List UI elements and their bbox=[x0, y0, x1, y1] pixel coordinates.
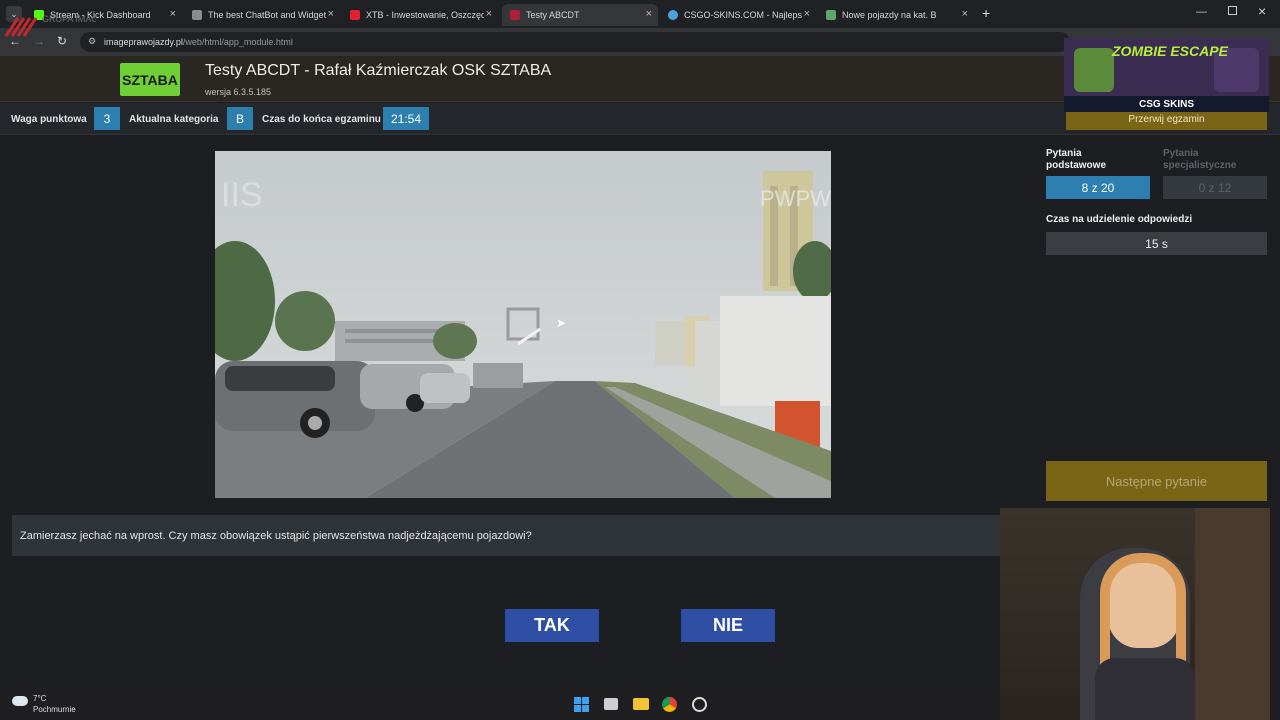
category-label: Aktualna kategoria bbox=[129, 114, 219, 125]
stream-promo-overlay: ZOMBIE ESCAPE CSG SKINS bbox=[1064, 38, 1269, 112]
weight-label: Waga punktowa bbox=[11, 114, 87, 125]
tab-xtb[interactable]: XTB - Inwestowanie, Oszczędno × bbox=[342, 4, 498, 26]
time-left-label: Czas do końca egzaminu bbox=[262, 114, 381, 125]
basic-questions-label: Pytania podstawowe bbox=[1046, 148, 1107, 171]
new-tab-button[interactable]: + bbox=[982, 5, 990, 21]
page-icon bbox=[826, 10, 836, 20]
minimize-icon[interactable]: — bbox=[1196, 6, 1207, 18]
question-video[interactable]: IIS PWPW bbox=[215, 151, 831, 498]
tab-testy-abcdt[interactable]: Testy ABCDT × bbox=[502, 4, 658, 26]
time-left-value: 21:54 bbox=[383, 107, 429, 130]
sztaba-logo: SZTABA bbox=[120, 63, 180, 96]
streamer-body bbox=[1095, 658, 1195, 720]
close-icon[interactable]: × bbox=[328, 8, 334, 20]
answer-time-value: 15 s bbox=[1046, 232, 1267, 255]
category-value: B bbox=[227, 107, 253, 130]
zombie-image bbox=[1074, 48, 1114, 92]
csgo-skins-icon bbox=[668, 10, 678, 20]
url-host: imageprawojazdy.pl bbox=[104, 37, 183, 47]
mouse-cursor-icon: ➤ bbox=[556, 316, 567, 330]
task-view-icon[interactable] bbox=[604, 698, 618, 710]
cloud-icon bbox=[12, 696, 28, 706]
image-logo-icon bbox=[510, 10, 520, 20]
url-path: /web/html/app_module.html bbox=[182, 37, 293, 47]
app-icon[interactable] bbox=[692, 697, 707, 712]
close-icon[interactable]: × bbox=[804, 8, 810, 20]
basic-questions-count: 8 z 20 bbox=[1046, 176, 1150, 199]
url-field[interactable]: ⚙ imageprawojazdy.pl/web/html/app_module… bbox=[80, 32, 1070, 52]
grupa-image-logo-icon: GRUPA IMAGE bbox=[4, 14, 104, 37]
weather-temp: 7°C bbox=[33, 694, 47, 703]
answer-yes-button[interactable]: TAK bbox=[505, 609, 599, 642]
browser-tab-bar: ⌄ Stream - Kick Dashboard × The best Cha… bbox=[0, 0, 1280, 28]
shield-icon bbox=[192, 10, 202, 20]
close-icon[interactable]: × bbox=[486, 8, 492, 20]
weather-desc: Pochmurnie bbox=[33, 705, 76, 714]
question-text: Zamierzasz jechać na wprost. Czy masz ob… bbox=[12, 515, 1000, 556]
os-taskbar: 7°C Pochmurnie bbox=[0, 688, 1000, 720]
version-label: wersja 6.3.5.185 bbox=[205, 87, 272, 97]
watermark-left: IIS bbox=[221, 176, 263, 214]
promo-brand: CSG SKINS bbox=[1064, 96, 1269, 112]
window-close-icon[interactable]: × bbox=[1258, 3, 1266, 19]
close-icon[interactable]: × bbox=[170, 8, 176, 20]
xtb-icon bbox=[350, 10, 360, 20]
page-title: Testy ABCDT - Rafał Kaźmierczak OSK SZTA… bbox=[205, 62, 552, 79]
special-questions-count: 0 z 12 bbox=[1163, 176, 1267, 199]
brand-logo-text: GRUPA IMAGE bbox=[42, 14, 96, 24]
tab-csgo-skins[interactable]: CSGO-SKINS.COM - Najlepsze × bbox=[660, 4, 816, 26]
tab-nowe-pojazdy[interactable]: Nowe pojazdy na kat. B × bbox=[818, 4, 974, 26]
promo-headline: ZOMBIE ESCAPE bbox=[1112, 43, 1228, 59]
answer-no-button[interactable]: NIE bbox=[681, 609, 775, 642]
watermark-right: PWPW bbox=[760, 186, 831, 211]
chrome-icon[interactable] bbox=[662, 697, 677, 712]
file-explorer-icon[interactable] bbox=[633, 698, 649, 710]
close-icon[interactable]: × bbox=[646, 8, 652, 20]
webcam-overlay bbox=[1000, 508, 1270, 720]
tab-chatbot[interactable]: The best ChatBot and Widgets × bbox=[184, 4, 340, 26]
special-questions-label: Pytania specjalistyczne bbox=[1163, 148, 1237, 171]
close-icon[interactable]: × bbox=[962, 8, 968, 20]
windows-start-icon[interactable] bbox=[574, 697, 589, 712]
brand-logo: GRUPA IMAGE bbox=[4, 8, 104, 38]
street-scene-image: IIS PWPW bbox=[215, 151, 831, 498]
maximize-icon[interactable] bbox=[1228, 6, 1237, 15]
next-question-button[interactable]: Następne pytanie bbox=[1046, 461, 1267, 501]
weight-value: 3 bbox=[94, 107, 120, 130]
answer-time-label: Czas na udzielenie odpowiedzi bbox=[1046, 214, 1193, 225]
